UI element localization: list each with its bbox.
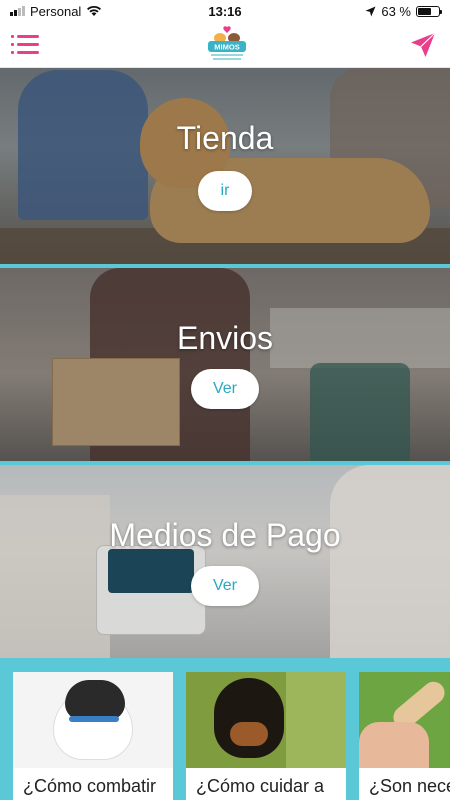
rottweiler-puppy-photo [186, 672, 346, 768]
french-bulldog-photo [13, 672, 173, 768]
logo[interactable]: MIMOS [205, 26, 249, 64]
envios-ver-button[interactable]: Ver [191, 369, 259, 409]
wifi-icon [87, 5, 102, 16]
panel-title: Medios de Pago [109, 517, 341, 553]
blog-card[interactable]: ¿Son nece [359, 672, 450, 800]
section-tienda: Tienda ir [0, 68, 450, 264]
location-arrow-icon [365, 6, 376, 16]
battery-level [418, 7, 431, 15]
section-envios: Envios Ver [0, 268, 450, 461]
pago-ver-button[interactable]: Ver [191, 566, 259, 606]
menu-list-icon[interactable] [11, 34, 39, 56]
blog-carousel[interactable]: ¿Cómo combatir ¿Cómo cuidar a ¿Son nece [0, 658, 450, 800]
battery-percent: 63 % [381, 3, 411, 19]
blog-card[interactable]: ¿Cómo combatir [13, 672, 173, 800]
cell-signal-icon [10, 6, 25, 16]
status-bar: Personal 13:16 63 % [0, 0, 450, 22]
carrier-name: Personal [30, 3, 82, 19]
blog-card-title: ¿Son nece [369, 776, 450, 796]
status-right: 63 % [365, 3, 442, 19]
status-left: Personal [10, 4, 102, 19]
paper-plane-icon[interactable] [409, 31, 437, 59]
blog-card-title: ¿Cómo combatir [23, 776, 157, 796]
logo-text: MIMOS [214, 43, 239, 52]
panel-overlay [0, 68, 450, 264]
panel-overlay [0, 465, 450, 658]
app-header: MIMOS [0, 22, 450, 68]
dog-biscuit-photo [359, 672, 450, 768]
panel-title: Tienda [176, 120, 274, 156]
battery-icon [416, 5, 442, 17]
panel-overlay [0, 268, 450, 461]
blog-card[interactable]: ¿Cómo cuidar a [186, 672, 346, 800]
panel-title: Envios [176, 320, 274, 356]
tienda-ir-button[interactable]: ir [198, 171, 252, 211]
section-medios-de-pago: Medios de Pago Ver [0, 465, 450, 658]
clock: 13:16 [208, 3, 242, 19]
blog-card-title: ¿Cómo cuidar a [196, 776, 325, 796]
